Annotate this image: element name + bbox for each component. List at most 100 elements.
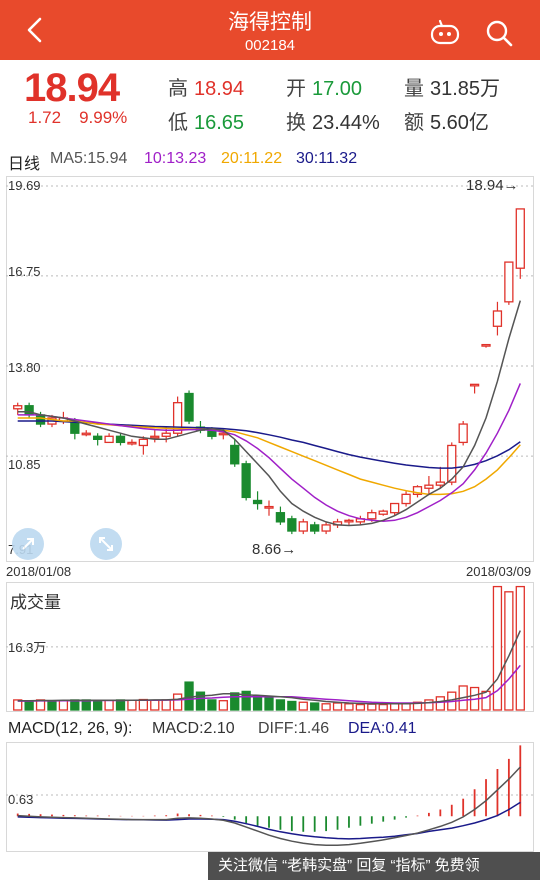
macd-chart[interactable]: [6, 742, 534, 852]
volume-bar: [161, 699, 171, 711]
volume-bar: [424, 699, 434, 711]
candle-body: [298, 521, 308, 532]
zoom-in-icon: [22, 538, 34, 550]
y-tick-4: 10.85: [8, 457, 41, 472]
volume-bar: [378, 703, 388, 711]
turnover-label: 换: [286, 112, 306, 134]
low-value: 16.65: [194, 112, 245, 134]
candle-body: [161, 432, 171, 437]
period-label[interactable]: 日线: [8, 150, 40, 174]
candle-body: [275, 512, 286, 523]
candle-body: [344, 519, 354, 523]
candle-body: [504, 261, 514, 303]
volume: 量 31.85万: [404, 72, 500, 101]
candle-body: [104, 435, 114, 444]
volume-bar: [355, 703, 366, 711]
x-end-date: 2018/03/09: [466, 564, 532, 579]
amount-value: 5.60亿: [430, 112, 489, 134]
diff-line: [17, 766, 521, 847]
candle-body: [252, 499, 263, 505]
volume-bar: [287, 700, 297, 711]
y-tick-3: 13.80: [8, 360, 41, 375]
candle-body: [424, 484, 434, 489]
candle-body: [81, 432, 91, 436]
volume-bar: [195, 691, 206, 711]
ma30-line: [17, 420, 521, 469]
volume-bar: [275, 699, 286, 711]
candle-body: [13, 405, 23, 410]
turnover-rate: 换 23.44%: [286, 106, 380, 135]
candle-body: [93, 435, 103, 440]
open-value: 17.00: [312, 78, 363, 100]
volume-bar: [104, 699, 114, 711]
candle-body: [241, 463, 251, 499]
volume-bar: [401, 703, 411, 711]
volume-label: 量: [404, 78, 424, 100]
macd-params: MACD(12, 26, 9):: [8, 720, 133, 737]
candle-body: [401, 493, 411, 505]
x-start-date: 2018/01/08: [6, 564, 72, 579]
candle-body: [492, 310, 503, 327]
ma10-legend: 10:13.23: [144, 150, 207, 167]
high-price: 高 18.94: [168, 72, 244, 101]
volume-bar: [321, 703, 331, 711]
open-label: 开: [286, 78, 306, 100]
y-tick-1: 19.69: [8, 178, 41, 193]
volume-bar: [127, 699, 137, 711]
candle-body: [310, 524, 320, 532]
candle-body: [389, 502, 400, 514]
volume-bar: [150, 699, 160, 711]
high-value: 18.94: [194, 78, 245, 100]
candle-body: [515, 208, 525, 269]
volume-bar: [481, 690, 491, 711]
high-annotation: 18.94→: [466, 177, 519, 194]
volume-bar: [264, 696, 274, 711]
candle-body: [481, 343, 491, 347]
low-annotation: 8.66→: [252, 541, 297, 558]
zoom-in-button[interactable]: [12, 528, 44, 560]
volume-title: 成交量: [10, 593, 61, 612]
search-icon[interactable]: [484, 18, 514, 48]
ma30-legend: 30:11.32: [296, 150, 358, 167]
candle-body: [287, 518, 297, 532]
low-price: 低 16.65: [168, 106, 244, 135]
volume-bar: [58, 700, 69, 711]
candle-body: [150, 435, 160, 439]
ma5-legend: MA5:15.94: [50, 150, 128, 167]
candle-body: [469, 383, 480, 387]
watermark-banner: 关注微信 “老韩实盘” 回复 “指标” 免费领: [208, 852, 540, 880]
high-label: 高: [168, 78, 188, 100]
volume-bar: [252, 695, 263, 711]
volume-bar: [367, 703, 377, 711]
kline-chart[interactable]: [6, 176, 534, 562]
volume-bar: [115, 699, 126, 711]
candle-body: [24, 405, 34, 416]
robot-assistant-icon[interactable]: [428, 18, 462, 46]
volume-bar: [218, 700, 228, 711]
last-price: 18.94: [24, 66, 120, 110]
low-label: 低: [168, 112, 188, 134]
volume-value: 31.85万: [430, 78, 501, 100]
volume-chart[interactable]: [6, 582, 534, 712]
candle-body: [115, 435, 126, 444]
candle-body: [138, 438, 149, 447]
volume-bar: [93, 699, 103, 711]
volume-y-tick: 16.3万: [8, 640, 47, 655]
volume-bar: [310, 702, 320, 711]
candle-body: [321, 524, 331, 532]
candle-body: [264, 505, 274, 509]
volume-bar: [207, 699, 217, 711]
candle-body: [218, 432, 228, 436]
candle-body: [35, 414, 46, 425]
volume-bar: [47, 700, 57, 711]
macd-legend: MACD(12, 26, 9): MACD:2.10 DIFF:1.46 DEA…: [0, 718, 540, 740]
volume-bar: [515, 585, 525, 711]
volume-bar: [230, 692, 240, 711]
volume-ma5-line: [17, 630, 521, 705]
turnover-value: 23.44%: [312, 112, 380, 134]
volume-bar: [172, 693, 183, 711]
zoom-out-button[interactable]: [90, 528, 122, 560]
candle-body: [127, 441, 137, 445]
macd-y-tick: 0.63: [8, 792, 34, 807]
volume-bar: [298, 701, 308, 711]
